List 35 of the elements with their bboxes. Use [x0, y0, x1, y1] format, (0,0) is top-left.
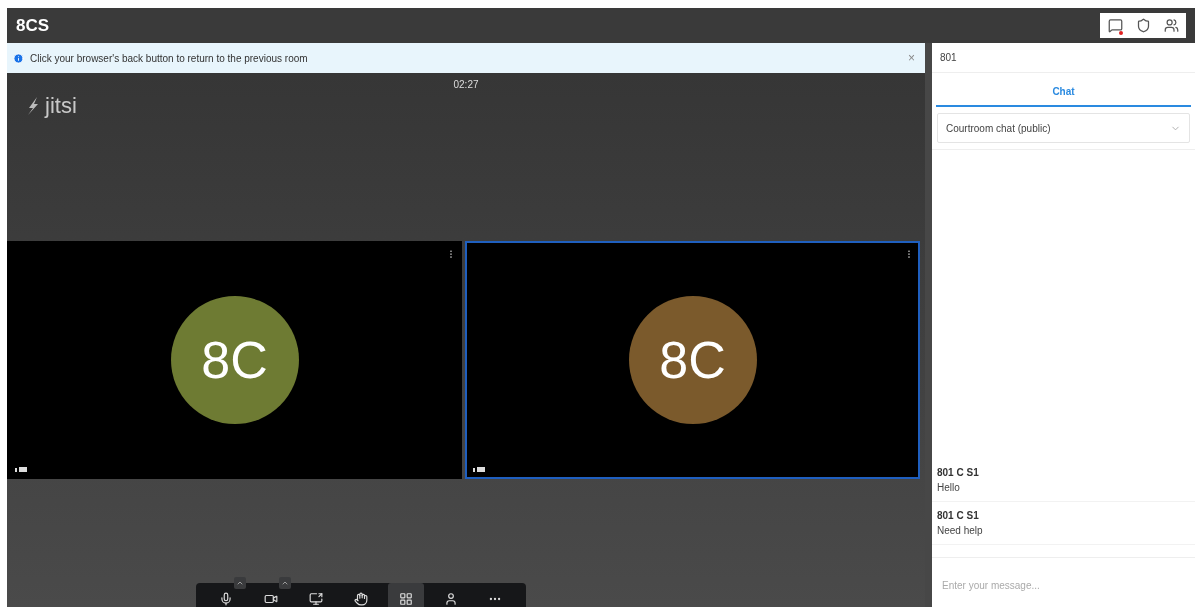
- channel-name: Courtroom chat (public): [946, 121, 1051, 136]
- avatar-initials: 8C: [659, 330, 726, 391]
- toolbar-button[interactable]: [387, 583, 424, 607]
- logo-text: jitsi: [45, 95, 77, 117]
- grid-icon: [398, 592, 413, 606]
- channel-dropdown[interactable]: Courtroom chat (public): [937, 113, 1190, 143]
- message-text: Hello: [937, 481, 961, 495]
- chat-icon: [1107, 18, 1123, 33]
- message-input[interactable]: Enter your message...: [942, 578, 1185, 593]
- people-icon: [1163, 18, 1179, 33]
- room-name: 801: [940, 51, 957, 65]
- close-button[interactable]: ×: [904, 49, 919, 67]
- caret-button[interactable]: [234, 577, 247, 589]
- chat-tab[interactable]: Chat: [936, 77, 1191, 107]
- person-icon: [443, 592, 458, 606]
- video-tile[interactable]: 8C: [7, 241, 462, 479]
- camera-icon: [264, 592, 279, 606]
- signal-icon: [473, 466, 485, 472]
- message-text: Need help: [937, 524, 984, 538]
- hand-icon: [353, 592, 368, 606]
- call-timer: 02:27: [453, 78, 479, 92]
- shield-icon: [1135, 18, 1151, 33]
- notice-text: Click your browser's back button to return to the previous room: [30, 51, 309, 66]
- message-sender: 801 C S1: [937, 466, 980, 480]
- caret-icon: [281, 579, 290, 587]
- video-tile[interactable]: 8C: [465, 241, 920, 479]
- app-title: 8CS: [16, 14, 50, 37]
- caret-button[interactable]: [279, 577, 292, 589]
- avatar-initials: 8C: [201, 330, 268, 391]
- signal-icon: [15, 466, 27, 472]
- caret-icon: [236, 579, 245, 587]
- message-sender: 801 C S1: [937, 509, 980, 523]
- screen-share-icon: [309, 592, 324, 606]
- info-icon: [13, 52, 24, 64]
- microphone-icon: [219, 592, 234, 606]
